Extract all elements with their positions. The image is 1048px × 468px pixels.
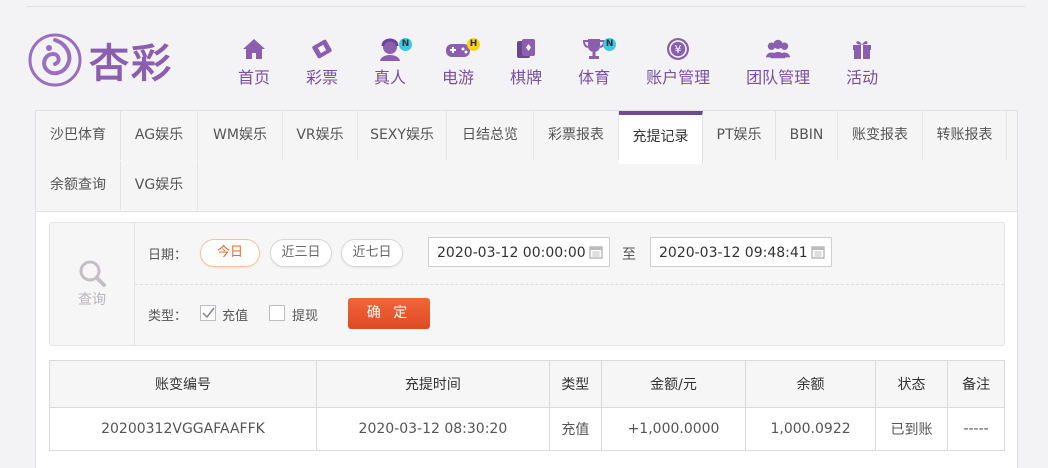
report-panel: 沙巴体育 AG娱乐 WM娱乐 VR娱乐 SEXY娱乐 日结总览 彩票报表 充提记… (35, 110, 1018, 468)
to-label: 至 (622, 247, 636, 263)
nav-lottery[interactable]: 彩票 (288, 36, 356, 96)
tab-daily-summary[interactable]: 日结总览 (447, 111, 534, 160)
gift-icon (849, 36, 875, 62)
nav-label: 活动 (846, 68, 879, 87)
brand-name: 杏彩 (89, 40, 173, 87)
svg-text:¥: ¥ (675, 43, 682, 56)
table-row: 20200312VGGAFAAFFK 2020-03-12 08:30:20 充… (49, 407, 1005, 451)
start-date-value: 2020-03-12 00:00:00 (437, 245, 586, 261)
nav-label: 彩票 (306, 68, 339, 87)
nav-account[interactable]: ¥ 账户管理 (628, 36, 728, 96)
tab-deposit-withdraw-records[interactable]: 充提记录 (619, 111, 703, 164)
nav-label: 账户管理 (646, 68, 711, 87)
tab-lottery-report[interactable]: 彩票报表 (534, 111, 619, 160)
tab-saba-sports[interactable]: 沙巴体育 (36, 111, 121, 160)
col-header-time: 充提时间 (315, 360, 550, 408)
deposit-checkbox[interactable] (200, 305, 216, 321)
nav-sports[interactable]: N 体育 (560, 36, 628, 96)
query-side-label: 查询 (78, 292, 106, 308)
start-date-input[interactable]: 2020-03-12 00:00:00 (428, 237, 610, 267)
col-header-note: 备注 (947, 360, 1005, 408)
tab-sexy[interactable]: SEXY娱乐 (358, 111, 447, 160)
team-icon (765, 36, 791, 62)
nav-label: 真人 (374, 68, 407, 87)
calendar-icon[interactable] (589, 245, 603, 259)
brand-logo[interactable]: 杏彩 (27, 30, 187, 90)
col-header-record-id: 账变编号 (49, 360, 317, 408)
range-today-button[interactable]: 今日 (200, 239, 260, 267)
cell-time: 2020-03-12 08:30:20 (315, 407, 550, 451)
query-side: 查询 (50, 223, 135, 345)
search-icon (79, 260, 106, 287)
tab-account-change-report[interactable]: 账变报表 (838, 111, 923, 160)
tab-ag[interactable]: AG娱乐 (121, 111, 198, 160)
tab-vg[interactable]: VG娱乐 (121, 161, 198, 210)
cell-type: 充值 (548, 407, 602, 451)
yen-icon: ¥ (665, 36, 691, 62)
cell-note: ----- (947, 407, 1005, 451)
tab-pt[interactable]: PT娱乐 (703, 111, 776, 160)
nav-live[interactable]: N 真人 (356, 36, 424, 96)
withdraw-checkbox[interactable] (269, 305, 285, 321)
col-header-amount: 金额/元 (600, 360, 747, 408)
nav-chess[interactable]: 棋牌 (492, 36, 560, 96)
tab-vr[interactable]: VR娱乐 (283, 111, 358, 160)
cell-amount: +1,000.0000 (600, 407, 747, 451)
lottery-ticket-icon (309, 36, 335, 62)
confirm-button[interactable]: 确 定 (348, 298, 430, 329)
end-date-input[interactable]: 2020-03-12 09:48:41 (650, 237, 832, 267)
nav-badge: H (467, 38, 481, 51)
col-header-status: 状态 (874, 360, 949, 408)
tab-balance-query[interactable]: 余额查询 (36, 161, 121, 210)
top-divider (27, 6, 1025, 7)
home-icon (241, 36, 267, 62)
tab-bbin[interactable]: BBIN (776, 111, 838, 160)
cell-status: 已到账 (874, 407, 949, 451)
cell-record-id: 20200312VGGAFAAFFK (49, 407, 317, 451)
brand-emblem-icon (28, 33, 82, 87)
tab-wm[interactable]: WM娱乐 (198, 111, 283, 160)
range-three-days-button[interactable]: 近三日 (270, 239, 332, 267)
nav-badge: N (603, 38, 617, 51)
form-row-divider (135, 284, 1004, 285)
nav-team[interactable]: 团队管理 (728, 36, 828, 96)
withdraw-label: 提现 (292, 309, 319, 324)
query-form: 查询 日期： 今日 近三日 近七日 2020-03-12 00:00:00 至 … (49, 222, 1005, 346)
nav-label: 电游 (442, 68, 475, 87)
table-header-row: 账变编号 充提时间 类型 金额/元 余额 状态 备注 (49, 360, 1005, 408)
nav-home[interactable]: 首页 (220, 36, 288, 96)
col-header-type: 类型 (548, 360, 602, 408)
end-date-value: 2020-03-12 09:48:41 (659, 245, 808, 261)
date-label: 日期： (148, 248, 188, 263)
range-seven-days-button[interactable]: 近七日 (341, 239, 403, 267)
checkmark-icon (202, 307, 215, 319)
nav-label: 体育 (578, 68, 611, 87)
cell-balance: 1,000.0922 (745, 407, 876, 451)
type-label: 类型： (148, 309, 188, 324)
nav-label: 团队管理 (746, 68, 811, 87)
nav-label: 棋牌 (510, 68, 543, 87)
report-tabs: 沙巴体育 AG娱乐 WM娱乐 VR娱乐 SEXY娱乐 日结总览 彩票报表 充提记… (36, 111, 1017, 212)
nav-badge: N (399, 38, 413, 51)
col-header-balance: 余额 (745, 360, 876, 408)
main-nav: 首页 彩票 N 真人 H 电游 棋牌 N 体育 ¥ 账户管理 团队管理 活动 (220, 36, 896, 96)
tab-transfer-report[interactable]: 转账报表 (923, 111, 1007, 160)
records-table: 账变编号 充提时间 类型 金额/元 余额 状态 备注 20200312VGGAF… (49, 360, 1005, 451)
calendar-icon[interactable] (811, 245, 825, 259)
deposit-label: 充值 (222, 309, 249, 324)
nav-egame[interactable]: H 电游 (424, 36, 492, 96)
nav-promotions[interactable]: 活动 (828, 36, 896, 96)
nav-label: 首页 (238, 68, 271, 87)
cards-icon (513, 36, 539, 62)
